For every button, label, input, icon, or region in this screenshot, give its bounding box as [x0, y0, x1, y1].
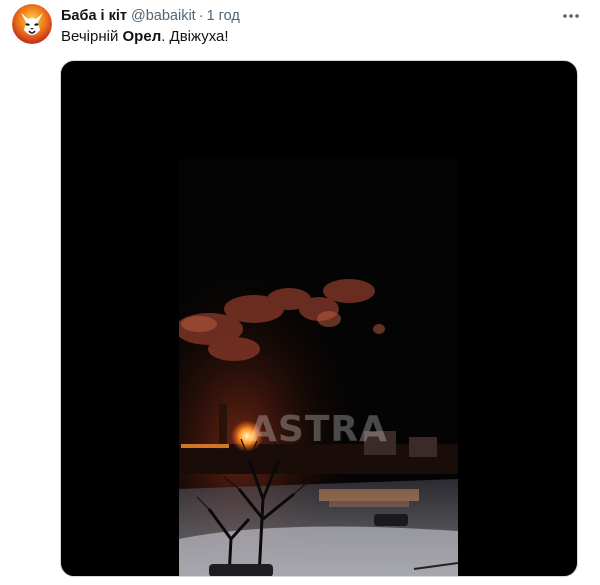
tweet-text-prefix: Вечірній [61, 28, 123, 45]
video-frame[interactable]: ASTRA [179, 159, 458, 576]
tweet-time[interactable]: 1 год [207, 8, 240, 24]
author-handle[interactable]: @babaikit [131, 8, 196, 24]
separator-dot: · [198, 8, 204, 24]
night-fire-scene [179, 159, 458, 576]
author-name[interactable]: Баба і кіт [61, 8, 127, 24]
more-button[interactable] [560, 6, 582, 26]
tweet-text: Вечірній Орел. Двіжуха! [61, 27, 229, 47]
tweet-card[interactable]: Баба і кіт @babaikit · 1 год Вечірній Орел… [0, 0, 600, 585]
more-horizontal-icon [563, 14, 579, 18]
tweet-header: Баба і кіт @babaikit · 1 год [61, 6, 584, 26]
cat-mask-avatar-icon [12, 4, 52, 44]
video-media[interactable]: ASTRA [60, 60, 578, 577]
tweet-text-suffix: . Двіжуха! [161, 28, 229, 45]
tweet-text-bold: Орел [122, 28, 162, 45]
avatar[interactable] [12, 4, 52, 44]
watermark-text: ASTRA [249, 409, 388, 450]
